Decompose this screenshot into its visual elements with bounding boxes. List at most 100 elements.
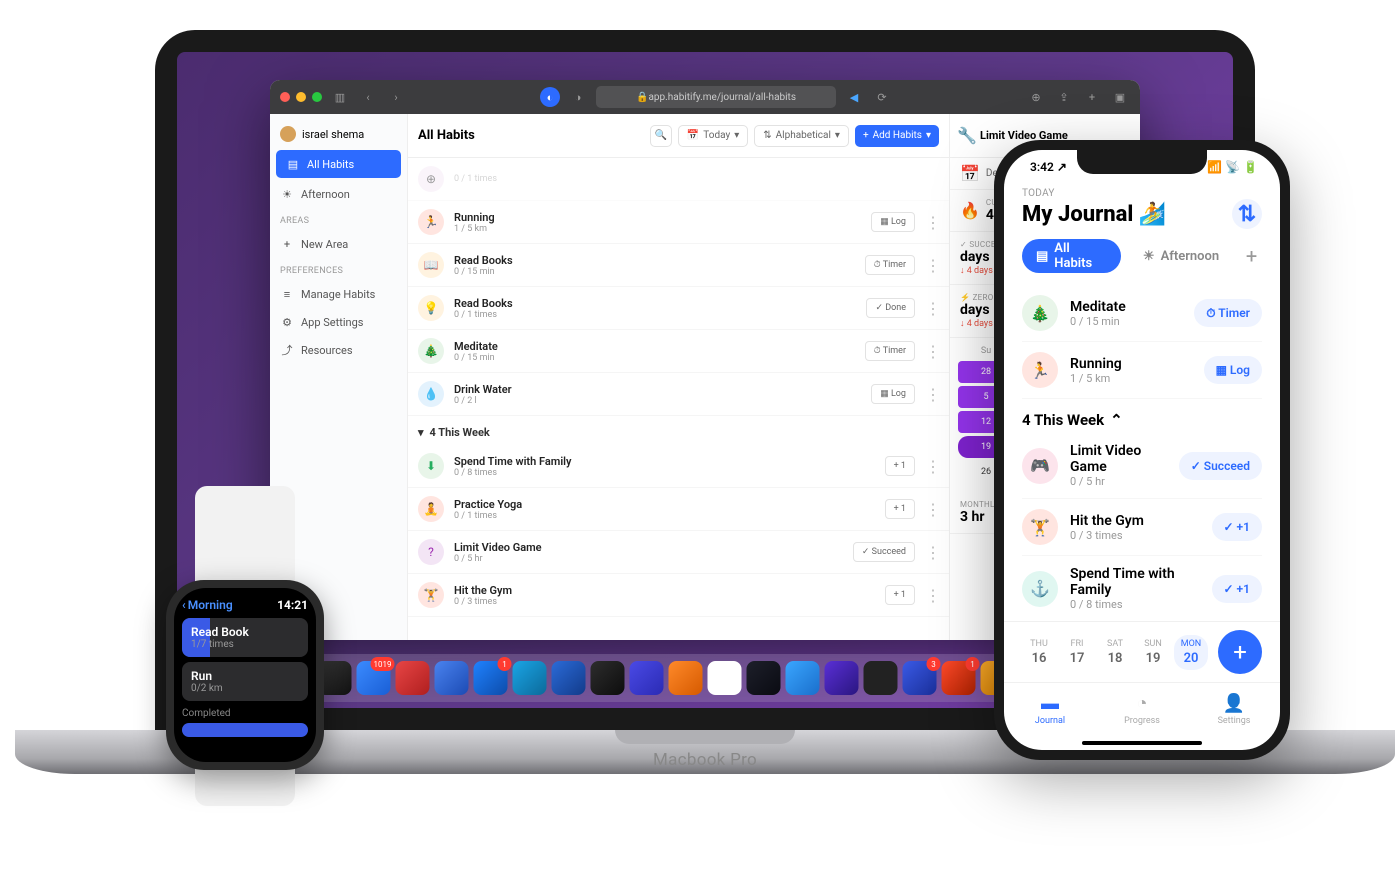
dock-app-icon[interactable] [708,661,742,695]
more-icon[interactable]: ⋮ [925,586,939,605]
tabs-icon[interactable]: ▣ [1110,87,1130,107]
habit-action-button[interactable]: ⏱ Timer [1194,299,1262,327]
day-cell[interactable]: THU 16 [1022,639,1056,666]
habit-action-button[interactable]: ✓ Succeed [1179,452,1262,480]
phone-habit-row[interactable]: 🏃 Running 1 / 5 km ▦ Log [1022,342,1262,399]
habit-action-button[interactable]: ✓ +1 [1212,513,1263,541]
home-indicator[interactable] [1004,736,1280,750]
dock-app-icon[interactable] [747,661,781,695]
dock-app-icon[interactable] [435,661,469,695]
day-cell[interactable]: SUN 19 [1136,639,1170,666]
phone-section-this-week[interactable]: 4 This Week ⌃ [1022,399,1262,433]
habit-row[interactable]: ? Limit Video Game 0 / 5 hr ✓ Succeed ⋮ [408,531,949,574]
appearance-icon[interactable]: ◑ [568,87,588,107]
more-icon[interactable]: ⋮ [925,457,939,476]
habit-action-button[interactable]: ▦ Log [871,212,915,232]
date-filter[interactable]: 📅 Today ▾ [678,125,748,147]
dock-app-icon[interactable]: 1 [474,661,508,695]
sidebar-item-afternoon[interactable]: ☀ Afternoon [270,180,407,208]
add-habits-button[interactable]: + Add Habits ▾ [855,125,939,147]
habit-row[interactable]: 💡 Read Books 0 / 1 times ✓ Done ⋮ [408,287,949,330]
more-icon[interactable]: ⋮ [925,543,939,562]
download-icon[interactable]: ⊕ [1026,87,1046,107]
dock-app-icon[interactable] [552,661,586,695]
more-icon[interactable]: ⋮ [925,342,939,361]
phone-habit-row[interactable]: 🎄 Meditate 0 / 15 min ⏱ Timer [1022,285,1262,342]
dock-app-icon[interactable]: 1 [942,661,976,695]
habit-action-button[interactable]: ✓ +1 [1212,575,1263,603]
section-this-week[interactable]: ▾4 This Week [408,416,949,445]
dock-app-icon[interactable] [825,661,859,695]
habit-row[interactable]: ⬇ Spend Time with Family 0 / 8 times + 1… [408,445,949,488]
traffic-lights[interactable] [280,92,322,102]
shield-icon[interactable]: ◐ [540,87,560,107]
day-cell[interactable]: FRI 17 [1060,639,1094,666]
share-icon[interactable]: ⇪ [1054,87,1074,107]
tab-afternoon[interactable]: ☀ Afternoon [1129,239,1233,273]
dock-app-icon[interactable]: 1019 [357,661,391,695]
back-icon[interactable]: ‹ [358,87,378,107]
day-cell[interactable]: SAT 18 [1098,639,1132,666]
sidebar-app-settings[interactable]: ⚙ App Settings [270,308,407,336]
dock-app-icon[interactable] [864,661,898,695]
dock-app-icon[interactable] [513,661,547,695]
dock-app-icon[interactable] [591,661,625,695]
more-icon[interactable]: ⋮ [925,256,939,275]
habit-row[interactable]: 💧 Drink Water 0 / 2 l ▦ Log ⋮ [408,373,949,416]
more-icon[interactable]: ⋮ [925,385,939,404]
sidebar-item-all-habits[interactable]: ▤ All Habits [276,150,401,178]
sort-button[interactable]: ⇅ [1232,199,1262,229]
phone-habit-row[interactable]: 🏋 Hit the Gym 0 / 3 times ✓ +1 [1022,499,1262,556]
watch-progress-bar[interactable] [182,723,308,737]
phone-habit-row[interactable]: 🎮 Limit Video Game 0 / 5 hr ✓ Succeed [1022,433,1262,499]
more-icon[interactable]: ⋮ [925,500,939,519]
wrench-icon[interactable]: 🔧 [960,129,974,143]
url-bar[interactable]: 🔒 app.habitify.me/journal/all-habits [596,86,836,108]
habit-row[interactable]: 📖 Read Books 0 / 15 min ⏱ Timer ⋮ [408,244,949,287]
habit-row[interactable]: 🎄 Meditate 0 / 15 min ⏱ Timer ⋮ [408,330,949,373]
phone-habit-row[interactable]: ⚓ Spend Time with Family 0 / 8 times ✓ +… [1022,556,1262,621]
reload-icon[interactable]: ⟳ [872,87,892,107]
dock-app-icon[interactable] [669,661,703,695]
habit-action-button[interactable]: + 1 [885,499,915,519]
habit-row[interactable]: 🏃 Running 1 / 5 km ▦ Log ⋮ [408,201,949,244]
sidebar-resources[interactable]: ⤴ Resources [270,336,407,364]
watch-back-button[interactable]: ‹ Morning [182,598,233,612]
maximize-dot-icon[interactable] [312,92,322,102]
sidebar-manage-habits[interactable]: ≡ Manage Habits [270,280,407,308]
sidebar-new-area[interactable]: + New Area [270,230,407,258]
habit-action-button[interactable]: ▦ Log [1204,356,1262,384]
tabbar-journal[interactable]: ▬ Journal [1004,683,1096,736]
tab-all-habits[interactable]: ▤ All Habits [1022,239,1121,273]
habit-action-button[interactable]: ✓ Done [866,298,915,318]
add-habit-fab[interactable]: + [1218,630,1262,674]
dock-app-icon[interactable]: 3 [903,661,937,695]
habit-action-button[interactable]: ✓ Succeed [853,542,915,562]
more-icon[interactable]: ⋮ [925,213,939,232]
watch-habit-item[interactable]: Run 0/2 km [182,662,308,701]
dock-app-icon[interactable] [396,661,430,695]
search-button[interactable]: 🔍 [650,125,672,147]
habit-action-button[interactable]: + 1 [885,456,915,476]
habit-action-button[interactable]: ⏱ Timer [865,341,915,361]
tabbar-progress[interactable]: ◔ Progress [1096,683,1188,736]
sidebar-toggle-icon[interactable]: ▥ [330,87,350,107]
add-tab-button[interactable]: + [1241,244,1262,268]
habit-action-button[interactable]: ⏱ Timer [865,255,915,275]
habit-row[interactable]: 🏋 Hit the Gym 0 / 3 times + 1 ⋮ [408,574,949,617]
habit-row[interactable]: 🧘 Practice Yoga 0 / 1 times + 1 ⋮ [408,488,949,531]
habit-action-button[interactable]: + 1 [885,585,915,605]
close-dot-icon[interactable] [280,92,290,102]
more-icon[interactable]: ⋮ [925,299,939,318]
minimize-dot-icon[interactable] [296,92,306,102]
tabbar-settings[interactable]: 👤 Settings [1188,683,1280,736]
habit-action-button[interactable]: ▦ Log [871,384,915,404]
new-tab-icon[interactable]: + [1082,87,1102,107]
sidebar-user[interactable]: israel shema [270,120,407,148]
dock-app-icon[interactable] [630,661,664,695]
sort-filter[interactable]: ⇅ Alphabetical ▾ [754,125,849,147]
watch-habit-item[interactable]: Read Book 1/7 times [182,618,308,657]
dock-app-icon[interactable] [786,661,820,695]
forward-icon[interactable]: › [386,87,406,107]
day-cell[interactable]: MON 20 [1174,635,1208,670]
